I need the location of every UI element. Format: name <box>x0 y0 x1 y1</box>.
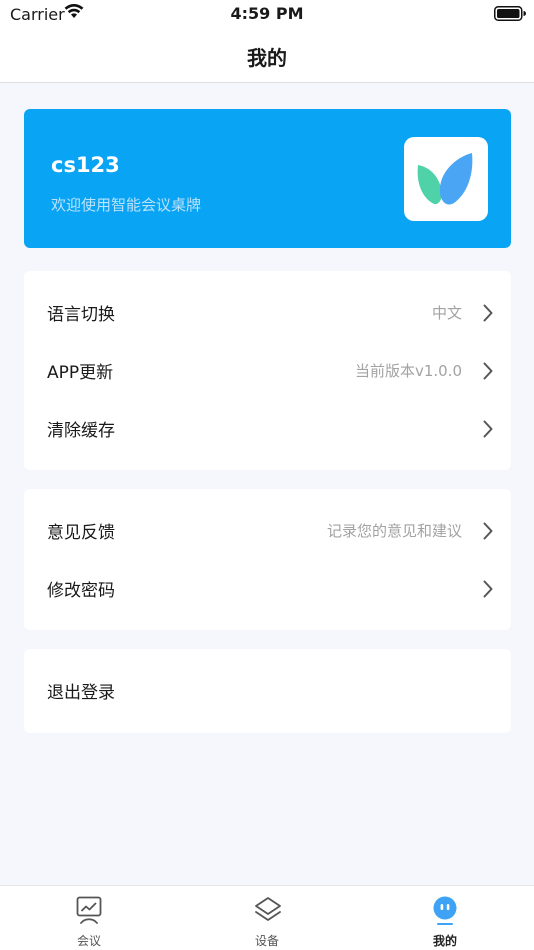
face-icon <box>433 896 457 925</box>
battery-icon <box>494 6 526 21</box>
row-value: 记录您的意见和建议 <box>326 522 462 540</box>
status-bar: Carrier 4:59 PM <box>0 0 534 30</box>
tab-label: 我的 <box>432 934 457 948</box>
layers-icon <box>255 897 281 921</box>
logout-label: 退出登录 <box>47 683 115 703</box>
profile-card[interactable]: cs123 欢迎使用智能会议桌牌 <box>24 109 511 248</box>
feedback-group: 意见反馈 记录您的意见和建议 修改密码 <box>24 489 511 630</box>
chart-board-icon <box>76 896 102 924</box>
chevron-right-icon <box>483 420 493 438</box>
clear-cache-row[interactable]: 清除缓存 <box>24 400 511 458</box>
welcome-text: 欢迎使用智能会议桌牌 <box>51 196 202 214</box>
chevron-right-icon <box>483 304 493 322</box>
language-switch-row[interactable]: 语言切换 中文 <box>24 284 511 342</box>
row-label: 清除缓存 <box>47 421 115 441</box>
tab-mine[interactable]: 我的 <box>356 886 534 950</box>
row-label: 修改密码 <box>47 581 115 601</box>
row-label: 意见反馈 <box>47 523 115 543</box>
tab-meeting[interactable]: 会议 <box>0 886 178 950</box>
row-label: 语言切换 <box>47 305 115 325</box>
logout-button[interactable]: 退出登录 <box>24 662 511 720</box>
page-title: 我的 <box>247 46 287 70</box>
row-label: APP更新 <box>47 363 114 383</box>
app-logo <box>404 137 488 221</box>
settings-group: 语言切换 中文 APP更新 当前版本v1.0.0 清除缓存 <box>24 271 511 470</box>
app-update-row[interactable]: APP更新 当前版本v1.0.0 <box>24 342 511 400</box>
tab-bar: 会议 设备 我的 <box>0 885 534 950</box>
chevron-right-icon <box>483 362 493 380</box>
leaf-logo-icon <box>417 153 473 205</box>
tab-label: 会议 <box>76 934 101 948</box>
navigation-bar: 我的 <box>0 30 534 83</box>
chevron-right-icon <box>483 522 493 540</box>
row-value: 当前版本v1.0.0 <box>354 362 462 380</box>
status-time: 4:59 PM <box>230 4 304 23</box>
feedback-row[interactable]: 意见反馈 记录您的意见和建议 <box>24 502 511 560</box>
tab-label: 设备 <box>254 934 279 948</box>
tab-device[interactable]: 设备 <box>178 886 356 950</box>
logout-group: 退出登录 <box>24 649 511 733</box>
change-password-row[interactable]: 修改密码 <box>24 560 511 618</box>
username: cs123 <box>51 153 120 177</box>
chevron-right-icon <box>483 580 493 598</box>
row-value: 中文 <box>431 304 462 322</box>
